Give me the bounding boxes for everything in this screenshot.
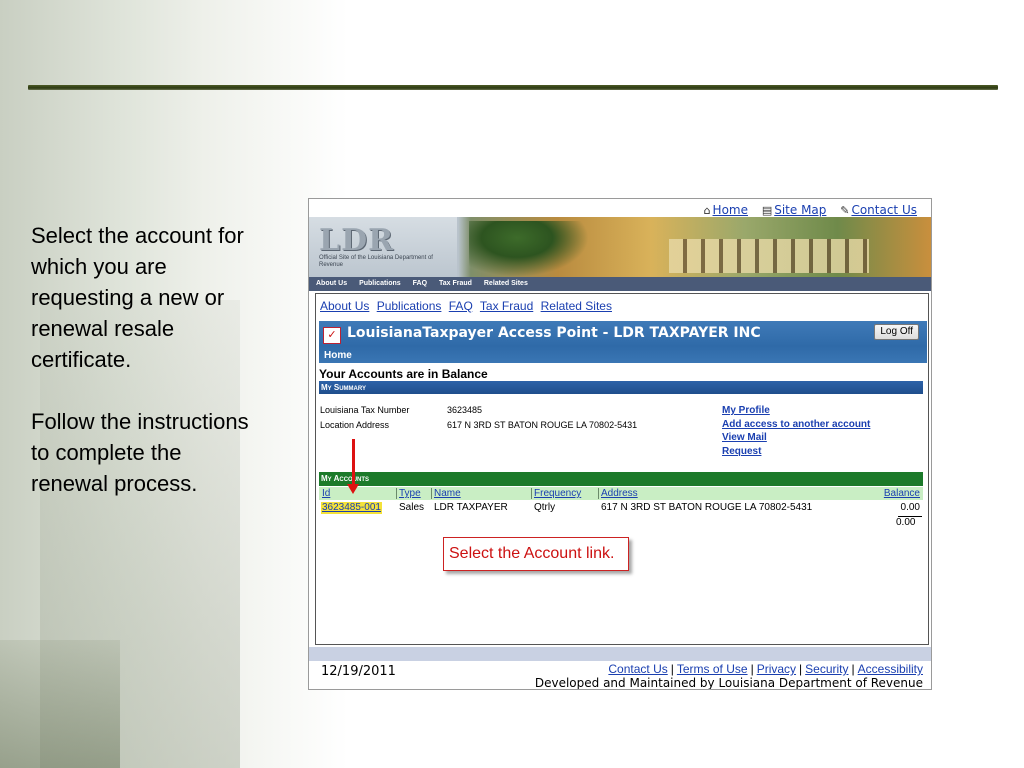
main-nav: About Us Publications FAQ Tax Fraud Rela… [309,277,931,291]
app-title: LouisianaTaxpayer Access Point - LDR TAX… [347,325,761,341]
column-divider [396,488,397,499]
column-divider [531,488,532,499]
instruction-paragraph-2: Follow the instructions to complete the … [31,409,249,496]
sub-nav: About Us Publications FAQ Tax Fraud Rela… [320,299,616,313]
background-trees-image [0,640,120,768]
location-address-value: 617 N 3RD ST BATON ROUGE LA 70802-5431 [447,420,638,430]
footer-links: Contact Us | Terms of Use | Privacy | Security… [608,662,923,676]
table-row: 3623485-001 Sales LDR TAXPAYER Qtrly 617… [319,501,923,515]
my-summary-header: My Summary [319,381,923,394]
balance-status-title: Your Accounts are in Balance [319,367,488,381]
account-balance: 0.00 [900,502,920,513]
column-divider [598,488,599,499]
main-nav-faq[interactable]: FAQ [413,280,427,287]
main-nav-tax-fraud[interactable]: Tax Fraud [439,280,472,287]
view-mail-link[interactable]: View Mail [722,431,870,445]
ldr-logo[interactable]: LDR [319,223,394,258]
utility-links: ⌂ Home ▤ Site Map ✎ Contact Us [704,203,917,217]
footer-bar [309,647,931,661]
logo-subtitle: Official Site of the Louisiana Departmen… [319,255,433,268]
column-address[interactable]: Address [601,487,638,500]
balance-total: 0.00 [896,517,916,528]
site-banner: LDR Official Site of the Louisiana Depar… [309,217,931,277]
column-divider [431,488,432,499]
link-separator: | [750,662,754,676]
account-name: LDR TAXPAYER [434,502,508,513]
main-nav-publications[interactable]: Publications [359,280,401,287]
sub-nav-related-sites[interactable]: Related Sites [541,299,612,313]
app-header: ✓ LouisianaTaxpayer Access Point - LDR T… [319,321,927,363]
profile-links: My Profile Add access to another account… [722,404,870,458]
column-frequency[interactable]: Frequency [534,487,581,500]
footer-link-security[interactable]: Security [805,662,848,676]
arrow-down-icon [347,484,359,494]
location-address-label: Location Address [320,420,390,430]
column-id[interactable]: Id [322,487,330,500]
footer-link-terms[interactable]: Terms of Use [677,662,748,676]
instruction-callout: Select the Account link. [443,537,629,571]
tax-number-value: 3623485 [447,405,483,415]
account-type: Sales [399,502,425,513]
slide-divider [28,85,998,90]
link-separator: | [799,662,803,676]
sub-nav-faq[interactable]: FAQ [449,299,473,313]
account-id-link[interactable]: 3623485-001 [321,502,382,514]
column-type[interactable]: Type [399,487,421,500]
util-link-contact-us[interactable]: Contact Us [851,203,917,217]
home-link[interactable]: Home [324,350,352,361]
account-address: 617 N 3RD ST BATON ROUGE LA 70802-5431 [601,502,813,513]
my-profile-link[interactable]: My Profile [722,404,870,418]
accounts-table-header: Id Type Name Frequency Address Balance [319,487,923,500]
tax-number-label: Louisiana Tax Number [320,405,410,415]
pointer-arrow-shaft [352,439,355,487]
footer-link-accessibility[interactable]: Accessibility [858,662,923,676]
util-link-home[interactable]: Home [713,203,748,217]
footer-link-contact-us[interactable]: Contact Us [608,662,667,676]
footer-link-privacy[interactable]: Privacy [757,662,796,676]
main-nav-related-sites[interactable]: Related Sites [484,280,528,287]
sub-nav-about-us[interactable]: About Us [320,299,369,313]
link-separator: | [851,662,855,676]
column-balance[interactable]: Balance [884,487,920,500]
banner-house-image [669,239,869,273]
checklist-icon: ✓ [323,327,341,344]
sub-nav-publications[interactable]: Publications [377,299,442,313]
content-panel: About Us Publications FAQ Tax Fraud Rela… [315,293,929,645]
column-name[interactable]: Name [434,487,461,500]
logo-panel: LDR Official Site of the Louisiana Depar… [309,217,457,277]
website-screenshot: ⌂ Home ▤ Site Map ✎ Contact Us LDR Official… [308,198,932,690]
slide-instructions: Select the account for which you are req… [31,220,251,530]
account-frequency: Qtrly [534,502,556,513]
main-nav-about-us[interactable]: About Us [316,280,347,287]
footer-credit: Developed and Maintained by Louisiana De… [534,676,923,690]
add-access-link[interactable]: Add access to another account [722,418,870,432]
pencil-icon: ✎ [840,204,850,217]
my-accounts-header: My Accounts [319,472,923,486]
home-icon: ⌂ [703,204,711,217]
link-separator: | [670,662,674,676]
footer-date: 12/19/2011 [321,664,396,679]
request-link[interactable]: Request [722,445,870,459]
sitemap-icon: ▤ [761,204,773,217]
sub-nav-tax-fraud[interactable]: Tax Fraud [480,299,533,313]
log-off-button[interactable]: Log Off [874,324,919,340]
banner-palm-image [469,221,589,277]
util-link-site-map[interactable]: Site Map [774,203,826,217]
instruction-paragraph-1: Select the account for which you are req… [31,223,244,372]
